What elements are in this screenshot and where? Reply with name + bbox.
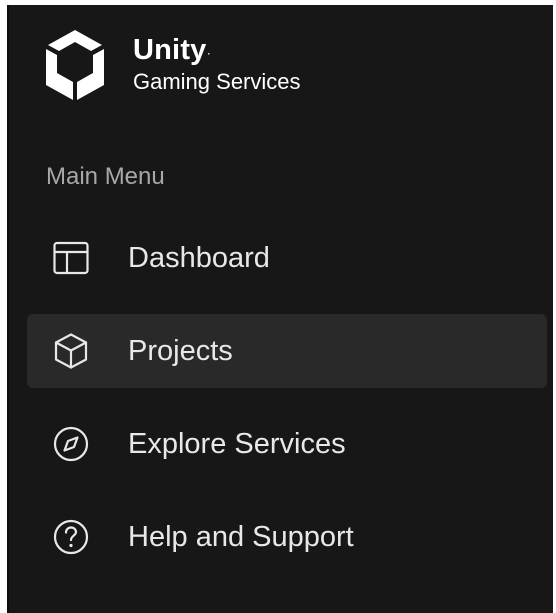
cube-icon bbox=[51, 331, 91, 371]
sidebar-item-help-and-support[interactable]: Help and Support bbox=[27, 500, 547, 574]
section-label-main-menu: Main Menu bbox=[46, 163, 165, 190]
question-circle-icon bbox=[51, 517, 91, 557]
dashboard-layout-icon bbox=[51, 238, 91, 278]
sidebar-item-dashboard[interactable]: Dashboard bbox=[27, 221, 547, 295]
sidebar-item-explore-services[interactable]: Explore Services bbox=[27, 407, 547, 481]
brand-name: Unity· bbox=[133, 33, 211, 66]
compass-icon bbox=[51, 424, 91, 464]
sidebar-item-label: Help and Support bbox=[128, 521, 354, 553]
sidebar-item-label: Dashboard bbox=[128, 242, 270, 274]
sidebar-item-label: Explore Services bbox=[128, 428, 346, 460]
page-frame: Unity· Gaming Services Main Menu Dashboa… bbox=[0, 0, 556, 613]
brand[interactable]: Unity· Gaming Services bbox=[42, 25, 301, 105]
brand-text: Unity· Gaming Services bbox=[133, 35, 301, 96]
unity-logo-icon bbox=[42, 28, 108, 102]
sidebar-item-label: Projects bbox=[128, 335, 233, 367]
sidebar-item-projects[interactable]: Projects bbox=[27, 314, 547, 388]
trademark-mark: · bbox=[207, 48, 211, 59]
brand-subtitle: Gaming Services bbox=[133, 68, 301, 94]
sidebar: Unity· Gaming Services Main Menu Dashboa… bbox=[7, 5, 553, 613]
